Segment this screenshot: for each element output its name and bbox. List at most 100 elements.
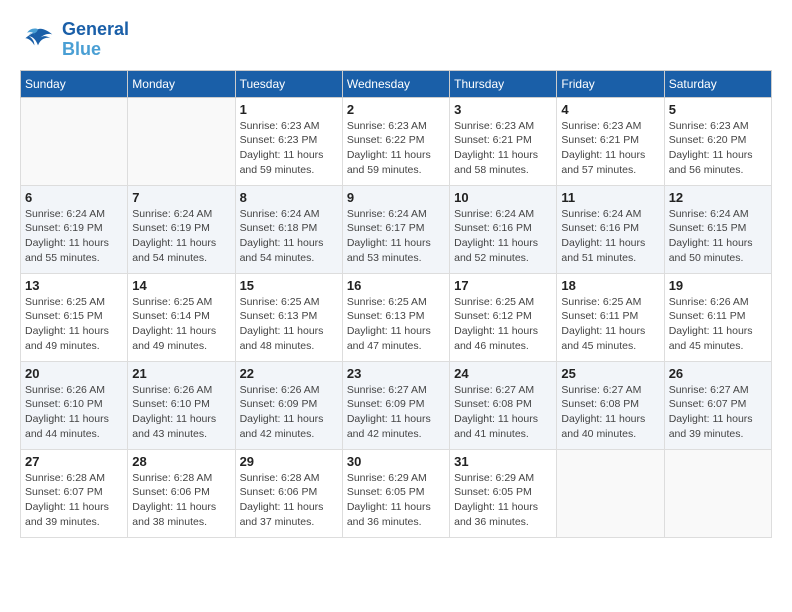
day-number: 5 bbox=[669, 102, 767, 117]
day-info: Sunrise: 6:23 AM Sunset: 6:22 PM Dayligh… bbox=[347, 119, 445, 178]
day-number: 22 bbox=[240, 366, 338, 381]
day-info: Sunrise: 6:25 AM Sunset: 6:12 PM Dayligh… bbox=[454, 295, 552, 354]
day-number: 28 bbox=[132, 454, 230, 469]
day-number: 4 bbox=[561, 102, 659, 117]
day-info: Sunrise: 6:27 AM Sunset: 6:08 PM Dayligh… bbox=[561, 383, 659, 442]
logo-icon bbox=[20, 25, 56, 55]
calendar-cell: 20 Sunrise: 6:26 AM Sunset: 6:10 PM Dayli… bbox=[21, 361, 128, 449]
calendar-header-friday: Friday bbox=[557, 70, 664, 97]
day-info: Sunrise: 6:23 AM Sunset: 6:21 PM Dayligh… bbox=[561, 119, 659, 178]
day-info: Sunrise: 6:23 AM Sunset: 6:21 PM Dayligh… bbox=[454, 119, 552, 178]
day-number: 11 bbox=[561, 190, 659, 205]
day-info: Sunrise: 6:25 AM Sunset: 6:14 PM Dayligh… bbox=[132, 295, 230, 354]
calendar-table: SundayMondayTuesdayWednesdayThursdayFrid… bbox=[20, 70, 772, 538]
day-number: 24 bbox=[454, 366, 552, 381]
day-number: 20 bbox=[25, 366, 123, 381]
day-info: Sunrise: 6:24 AM Sunset: 6:16 PM Dayligh… bbox=[561, 207, 659, 266]
day-number: 7 bbox=[132, 190, 230, 205]
day-info: Sunrise: 6:29 AM Sunset: 6:05 PM Dayligh… bbox=[454, 471, 552, 530]
day-number: 31 bbox=[454, 454, 552, 469]
day-number: 3 bbox=[454, 102, 552, 117]
day-info: Sunrise: 6:25 AM Sunset: 6:15 PM Dayligh… bbox=[25, 295, 123, 354]
calendar-cell: 17 Sunrise: 6:25 AM Sunset: 6:12 PM Dayli… bbox=[450, 273, 557, 361]
calendar-cell: 30 Sunrise: 6:29 AM Sunset: 6:05 PM Dayli… bbox=[342, 449, 449, 537]
day-info: Sunrise: 6:27 AM Sunset: 6:07 PM Dayligh… bbox=[669, 383, 767, 442]
calendar-week-row: 6 Sunrise: 6:24 AM Sunset: 6:19 PM Daylig… bbox=[21, 185, 772, 273]
calendar-cell: 16 Sunrise: 6:25 AM Sunset: 6:13 PM Dayli… bbox=[342, 273, 449, 361]
day-number: 2 bbox=[347, 102, 445, 117]
logo-line1: General bbox=[62, 20, 129, 40]
logo: General Blue bbox=[20, 20, 129, 60]
calendar-cell: 28 Sunrise: 6:28 AM Sunset: 6:06 PM Dayli… bbox=[128, 449, 235, 537]
day-info: Sunrise: 6:25 AM Sunset: 6:11 PM Dayligh… bbox=[561, 295, 659, 354]
day-info: Sunrise: 6:26 AM Sunset: 6:10 PM Dayligh… bbox=[25, 383, 123, 442]
calendar-cell: 12 Sunrise: 6:24 AM Sunset: 6:15 PM Dayli… bbox=[664, 185, 771, 273]
calendar-cell: 19Sunrise: 6:26 AM Sunset: 6:11 PM Dayli… bbox=[664, 273, 771, 361]
calendar-week-row: 27 Sunrise: 6:28 AM Sunset: 6:07 PM Dayli… bbox=[21, 449, 772, 537]
day-number: 18 bbox=[561, 278, 659, 293]
day-info: Sunrise: 6:29 AM Sunset: 6:05 PM Dayligh… bbox=[347, 471, 445, 530]
day-number: 1 bbox=[240, 102, 338, 117]
day-info: Sunrise: 6:23 AM Sunset: 6:23 PM Dayligh… bbox=[240, 119, 338, 178]
day-number: 12 bbox=[669, 190, 767, 205]
day-info: Sunrise: 6:26 AM Sunset: 6:10 PM Dayligh… bbox=[132, 383, 230, 442]
day-number: 23 bbox=[347, 366, 445, 381]
day-info: Sunrise: 6:27 AM Sunset: 6:08 PM Dayligh… bbox=[454, 383, 552, 442]
day-number: 14 bbox=[132, 278, 230, 293]
calendar-cell: 15 Sunrise: 6:25 AM Sunset: 6:13 PM Dayli… bbox=[235, 273, 342, 361]
calendar-cell: 2 Sunrise: 6:23 AM Sunset: 6:22 PM Daylig… bbox=[342, 97, 449, 185]
day-number: 9 bbox=[347, 190, 445, 205]
day-info: Sunrise: 6:27 AM Sunset: 6:09 PM Dayligh… bbox=[347, 383, 445, 442]
calendar-cell: 3 Sunrise: 6:23 AM Sunset: 6:21 PM Daylig… bbox=[450, 97, 557, 185]
calendar-cell: 6 Sunrise: 6:24 AM Sunset: 6:19 PM Daylig… bbox=[21, 185, 128, 273]
calendar-cell: 13Sunrise: 6:25 AM Sunset: 6:15 PM Dayli… bbox=[21, 273, 128, 361]
day-info: Sunrise: 6:24 AM Sunset: 6:16 PM Dayligh… bbox=[454, 207, 552, 266]
day-number: 30 bbox=[347, 454, 445, 469]
calendar-cell bbox=[557, 449, 664, 537]
calendar-cell: 29 Sunrise: 6:28 AM Sunset: 6:06 PM Dayli… bbox=[235, 449, 342, 537]
calendar-week-row: 20 Sunrise: 6:26 AM Sunset: 6:10 PM Dayli… bbox=[21, 361, 772, 449]
day-number: 15 bbox=[240, 278, 338, 293]
calendar-header-sunday: Sunday bbox=[21, 70, 128, 97]
calendar-cell: 8 Sunrise: 6:24 AM Sunset: 6:18 PM Daylig… bbox=[235, 185, 342, 273]
day-number: 6 bbox=[25, 190, 123, 205]
calendar-cell: 4 Sunrise: 6:23 AM Sunset: 6:21 PM Daylig… bbox=[557, 97, 664, 185]
day-number: 27 bbox=[25, 454, 123, 469]
calendar-cell: 14 Sunrise: 6:25 AM Sunset: 6:14 PM Dayli… bbox=[128, 273, 235, 361]
day-info: Sunrise: 6:25 AM Sunset: 6:13 PM Dayligh… bbox=[347, 295, 445, 354]
day-info: Sunrise: 6:24 AM Sunset: 6:19 PM Dayligh… bbox=[25, 207, 123, 266]
calendar-cell bbox=[664, 449, 771, 537]
day-number: 21 bbox=[132, 366, 230, 381]
calendar-cell: 27 Sunrise: 6:28 AM Sunset: 6:07 PM Dayli… bbox=[21, 449, 128, 537]
day-info: Sunrise: 6:25 AM Sunset: 6:13 PM Dayligh… bbox=[240, 295, 338, 354]
day-info: Sunrise: 6:28 AM Sunset: 6:07 PM Dayligh… bbox=[25, 471, 123, 530]
logo-text-block: General Blue bbox=[62, 20, 129, 60]
calendar-cell bbox=[21, 97, 128, 185]
calendar-cell: 22 Sunrise: 6:26 AM Sunset: 6:09 PM Dayli… bbox=[235, 361, 342, 449]
calendar-header-tuesday: Tuesday bbox=[235, 70, 342, 97]
day-number: 8 bbox=[240, 190, 338, 205]
day-info: Sunrise: 6:28 AM Sunset: 6:06 PM Dayligh… bbox=[240, 471, 338, 530]
calendar-week-row: 13Sunrise: 6:25 AM Sunset: 6:15 PM Dayli… bbox=[21, 273, 772, 361]
day-number: 10 bbox=[454, 190, 552, 205]
day-number: 29 bbox=[240, 454, 338, 469]
day-info: Sunrise: 6:24 AM Sunset: 6:19 PM Dayligh… bbox=[132, 207, 230, 266]
calendar-cell: 26Sunrise: 6:27 AM Sunset: 6:07 PM Dayli… bbox=[664, 361, 771, 449]
day-info: Sunrise: 6:26 AM Sunset: 6:09 PM Dayligh… bbox=[240, 383, 338, 442]
day-info: Sunrise: 6:24 AM Sunset: 6:15 PM Dayligh… bbox=[669, 207, 767, 266]
calendar-cell: 24 Sunrise: 6:27 AM Sunset: 6:08 PM Dayli… bbox=[450, 361, 557, 449]
day-number: 25 bbox=[561, 366, 659, 381]
day-info: Sunrise: 6:28 AM Sunset: 6:06 PM Dayligh… bbox=[132, 471, 230, 530]
calendar-header-thursday: Thursday bbox=[450, 70, 557, 97]
calendar-cell bbox=[128, 97, 235, 185]
calendar-cell: 7 Sunrise: 6:24 AM Sunset: 6:19 PM Daylig… bbox=[128, 185, 235, 273]
calendar-cell: 11 Sunrise: 6:24 AM Sunset: 6:16 PM Dayli… bbox=[557, 185, 664, 273]
day-info: Sunrise: 6:24 AM Sunset: 6:17 PM Dayligh… bbox=[347, 207, 445, 266]
calendar-header-row: SundayMondayTuesdayWednesdayThursdayFrid… bbox=[21, 70, 772, 97]
calendar-cell: 9 Sunrise: 6:24 AM Sunset: 6:17 PM Daylig… bbox=[342, 185, 449, 273]
day-info: Sunrise: 6:26 AM Sunset: 6:11 PM Dayligh… bbox=[669, 295, 767, 354]
day-number: 16 bbox=[347, 278, 445, 293]
day-info: Sunrise: 6:24 AM Sunset: 6:18 PM Dayligh… bbox=[240, 207, 338, 266]
calendar-week-row: 1 Sunrise: 6:23 AM Sunset: 6:23 PM Daylig… bbox=[21, 97, 772, 185]
day-number: 17 bbox=[454, 278, 552, 293]
